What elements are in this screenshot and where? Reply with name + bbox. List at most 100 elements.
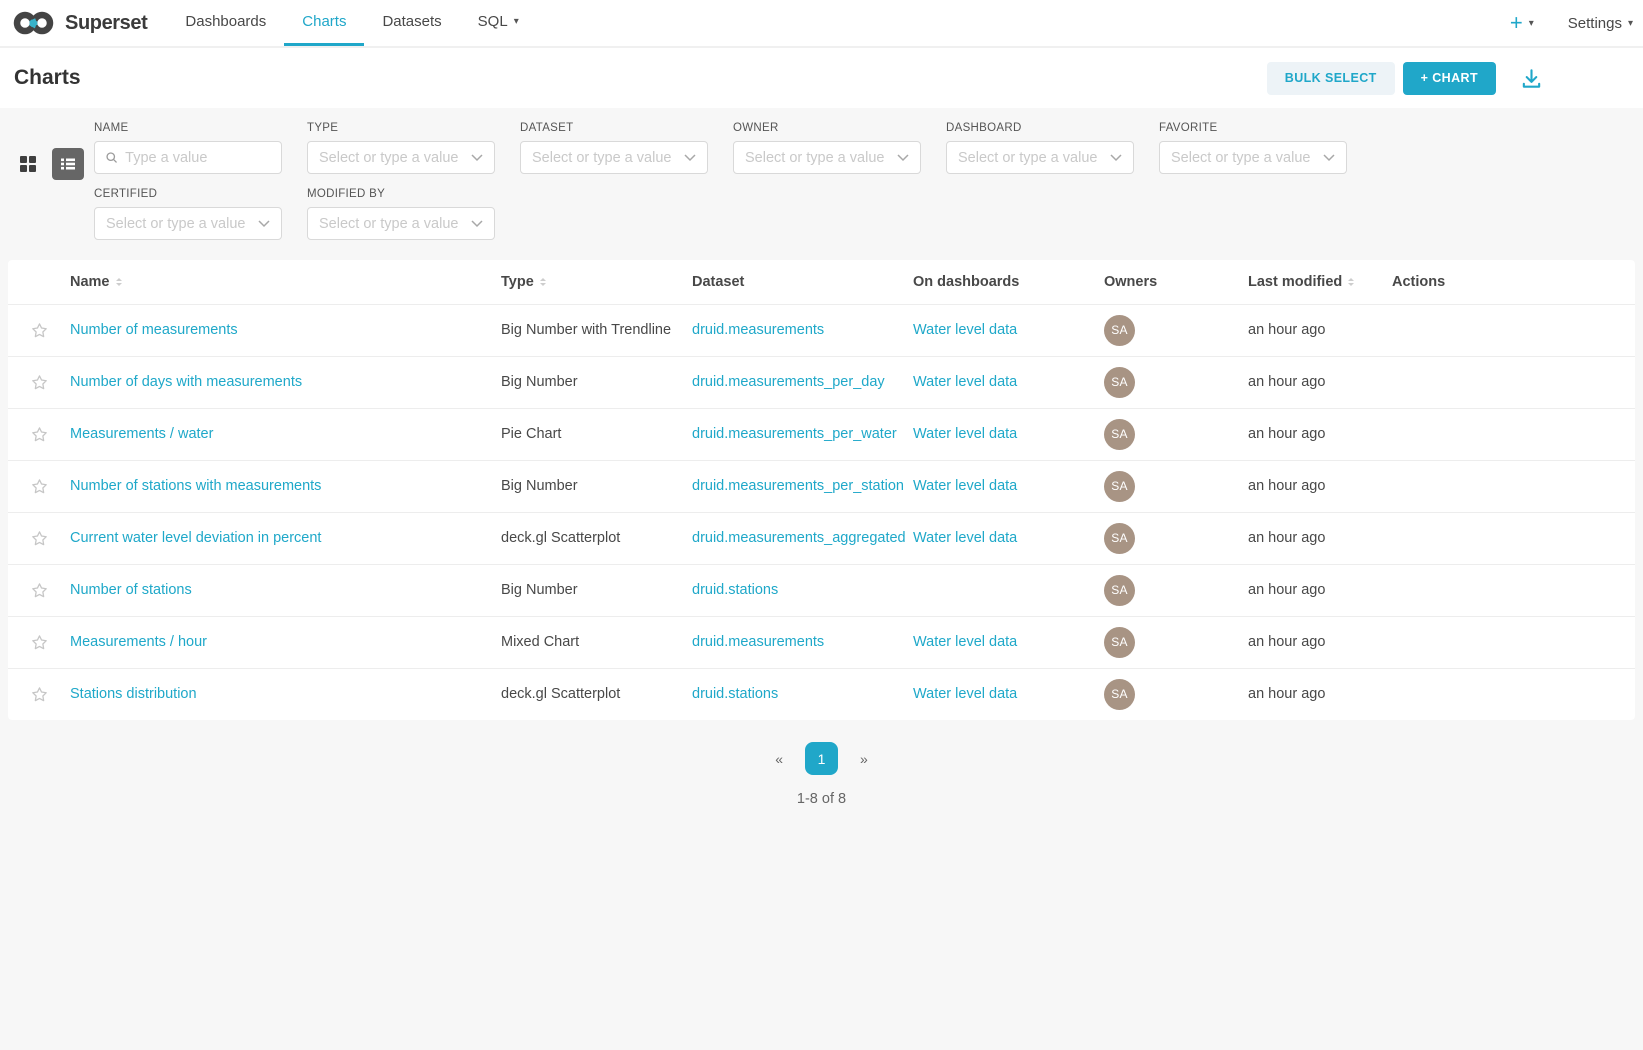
dataset-link[interactable]: druid.stations [692, 582, 778, 598]
chart-name-link[interactable]: Number of stations [70, 582, 192, 598]
list-view-toggle[interactable] [52, 148, 84, 180]
owner-avatar[interactable]: SA [1104, 627, 1135, 658]
chevron-down-icon [471, 154, 483, 162]
chart-type: deck.gl Scatterplot [501, 512, 692, 564]
row-actions [1392, 668, 1635, 720]
dashboard-filter-select[interactable]: Select or type a value [946, 141, 1134, 174]
owner-avatar[interactable]: SA [1104, 523, 1135, 554]
favorite-star-button[interactable] [30, 633, 49, 652]
column-header-name[interactable]: Name [70, 260, 501, 304]
chart-name-link[interactable]: Current water level deviation in percent [70, 530, 321, 546]
name-filter-input[interactable] [125, 150, 271, 166]
owner-avatar[interactable]: SA [1104, 679, 1135, 710]
favorite-star-button[interactable] [30, 685, 49, 704]
dashboard-link[interactable]: Water level data [913, 686, 1017, 702]
table-row: Number of days with measurements Big Num… [8, 356, 1635, 408]
bulk-select-button[interactable]: BULK SELECT [1267, 62, 1395, 95]
dataset-link[interactable]: druid.stations [692, 686, 778, 702]
nav-item-datasets[interactable]: Datasets [364, 0, 459, 46]
chart-type: Big Number with Trendline [501, 304, 692, 356]
filter-label: DASHBOARD [946, 122, 1134, 134]
dashboard-link[interactable]: Water level data [913, 478, 1017, 494]
filter-section: NAME TYPE Select or type a value DATASET… [0, 108, 1643, 260]
table-row: Measurements / hour Mixed Chart druid.me… [8, 616, 1635, 668]
dataset-link[interactable]: druid.measurements_per_station [692, 478, 904, 494]
star-icon [30, 477, 49, 496]
dashboard-link[interactable]: Water level data [913, 426, 1017, 442]
select-placeholder: Select or type a value [319, 150, 458, 166]
favorite-star-button[interactable] [30, 321, 49, 340]
pagination-prev-button[interactable]: « [775, 751, 783, 767]
dataset-link[interactable]: druid.measurements [692, 634, 824, 650]
page-header: Charts BULK SELECT + CHART [0, 48, 1643, 108]
chart-name-link[interactable]: Measurements / water [70, 426, 213, 442]
chart-name-link[interactable]: Number of stations with measurements [70, 478, 321, 494]
column-header-on-dashboards: On dashboards [913, 260, 1104, 304]
pagination-page-1[interactable]: 1 [805, 742, 838, 775]
chevron-down-icon [897, 154, 909, 162]
star-icon [30, 321, 49, 340]
dataset-link[interactable]: druid.measurements [692, 322, 824, 338]
chevron-down-icon: ▾ [1628, 18, 1633, 29]
filter-favorite: FAVORITE Select or type a value [1159, 122, 1347, 174]
filter-label: OWNER [733, 122, 921, 134]
owner-filter-select[interactable]: Select or type a value [733, 141, 921, 174]
select-placeholder: Select or type a value [319, 216, 458, 232]
column-header-last-modified[interactable]: Last modified [1248, 260, 1392, 304]
new-menu-button[interactable]: + ▾ [1510, 10, 1534, 36]
chart-name-link[interactable]: Measurements / hour [70, 634, 207, 650]
star-icon [30, 685, 49, 704]
export-button[interactable] [1520, 67, 1543, 90]
row-actions [1392, 408, 1635, 460]
filter-modified-by: MODIFIED BY Select or type a value [307, 188, 495, 240]
row-actions [1392, 616, 1635, 668]
card-view-toggle[interactable] [12, 148, 44, 180]
nav-right: + ▾ Settings ▾ [1510, 0, 1643, 46]
chart-type: Big Number [501, 460, 692, 512]
column-header-type[interactable]: Type [501, 260, 692, 304]
owner-avatar[interactable]: SA [1104, 367, 1135, 398]
chart-name-link[interactable]: Stations distribution [70, 686, 197, 702]
owner-avatar[interactable]: SA [1104, 315, 1135, 346]
dataset-filter-select[interactable]: Select or type a value [520, 141, 708, 174]
dataset-link[interactable]: druid.measurements_aggregated [692, 530, 906, 546]
dataset-link[interactable]: druid.measurements_per_day [692, 374, 885, 390]
favorite-star-button[interactable] [30, 425, 49, 444]
chevron-down-icon: ▾ [514, 16, 519, 27]
favorite-filter-select[interactable]: Select or type a value [1159, 141, 1347, 174]
dashboard-link[interactable]: Water level data [913, 530, 1017, 546]
dashboard-link[interactable]: Water level data [913, 322, 1017, 338]
favorite-star-button[interactable] [30, 581, 49, 600]
nav-item-dashboards[interactable]: Dashboards [167, 0, 284, 46]
dashboard-link[interactable]: Water level data [913, 634, 1017, 650]
chart-type: Mixed Chart [501, 616, 692, 668]
pagination-next-button[interactable]: » [860, 751, 868, 767]
last-modified: an hour ago [1248, 564, 1392, 616]
row-actions [1392, 356, 1635, 408]
filter-dashboard: DASHBOARD Select or type a value [946, 122, 1134, 174]
certified-filter-select[interactable]: Select or type a value [94, 207, 282, 240]
last-modified: an hour ago [1248, 460, 1392, 512]
dashboard-link[interactable]: Water level data [913, 374, 1017, 390]
chart-name-link[interactable]: Number of measurements [70, 322, 238, 338]
sort-icon [1348, 278, 1354, 287]
favorite-star-button[interactable] [30, 477, 49, 496]
chart-name-link[interactable]: Number of days with measurements [70, 374, 302, 390]
owner-avatar[interactable]: SA [1104, 419, 1135, 450]
owner-avatar[interactable]: SA [1104, 575, 1135, 606]
row-actions [1392, 304, 1635, 356]
settings-menu-button[interactable]: Settings ▾ [1568, 15, 1633, 32]
nav-item-charts[interactable]: Charts [284, 0, 364, 46]
brand[interactable]: Superset [0, 0, 167, 46]
star-icon [30, 581, 49, 600]
favorite-star-button[interactable] [30, 529, 49, 548]
filter-label: DATASET [520, 122, 708, 134]
add-chart-button[interactable]: + CHART [1403, 62, 1496, 95]
owner-avatar[interactable]: SA [1104, 471, 1135, 502]
favorite-star-button[interactable] [30, 373, 49, 392]
chevron-down-icon [258, 220, 270, 228]
dataset-link[interactable]: druid.measurements_per_water [692, 426, 897, 442]
modified-by-filter-select[interactable]: Select or type a value [307, 207, 495, 240]
nav-item-sql[interactable]: SQL ▾ [460, 0, 537, 46]
type-filter-select[interactable]: Select or type a value [307, 141, 495, 174]
